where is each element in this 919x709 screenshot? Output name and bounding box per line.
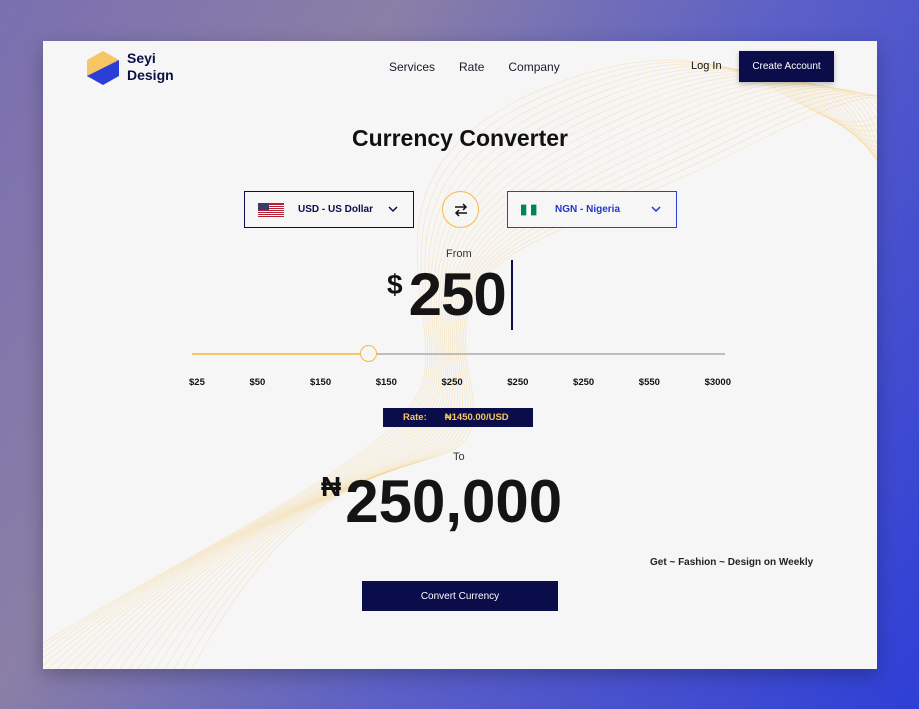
brand-name: Seyi Design xyxy=(127,50,174,84)
converted-amount-value: 250,000 xyxy=(345,468,563,535)
to-currency-select[interactable]: NGN - Nigeria xyxy=(507,191,677,228)
slider-tick: $150 xyxy=(375,377,397,388)
from-amount-input[interactable]: 250 xyxy=(409,257,507,333)
from-currency-select[interactable]: USD - US Dollar xyxy=(244,191,414,228)
hexagon-logo-icon xyxy=(87,51,119,85)
page-title: Currency Converter xyxy=(351,125,569,151)
ng-flag-icon xyxy=(521,204,537,215)
decorative-wave-line xyxy=(43,61,877,648)
rate-value: ₦1450.00/USD xyxy=(444,412,509,423)
decorative-wave-line xyxy=(43,67,877,666)
converted-amount: ₦ 250,000 xyxy=(321,465,562,539)
nav-services[interactable]: Services xyxy=(389,60,435,74)
nav-rate[interactable]: Rate xyxy=(459,60,484,74)
chevron-down-icon xyxy=(651,206,661,213)
slider-thumb[interactable] xyxy=(359,345,377,362)
decorative-wave-line xyxy=(74,74,877,669)
converter-page: Seyi Design Services Rate Company Log In… xyxy=(43,41,877,669)
decorative-wave-line xyxy=(47,69,877,669)
slider-fill xyxy=(192,353,368,355)
decorative-wave-line xyxy=(43,63,877,653)
slider-tick: $50 xyxy=(249,377,266,388)
amount-slider[interactable] xyxy=(192,345,725,362)
from-currency-label: USD - US Dollar xyxy=(298,204,374,215)
slider-tick: $550 xyxy=(638,377,660,388)
decorative-wave-line xyxy=(43,65,877,659)
convert-currency-button[interactable]: Convert Currency xyxy=(362,581,558,611)
to-currency-symbol: ₦ xyxy=(321,471,342,502)
slider-tick: $250 xyxy=(507,377,529,388)
from-amount-field[interactable]: $ 250 xyxy=(387,257,513,333)
brand-logo[interactable]: Seyi Design xyxy=(85,49,174,85)
text-caret xyxy=(510,260,513,330)
main-nav: Services Rate Company xyxy=(389,60,584,74)
us-flag-icon xyxy=(258,202,284,217)
slider-ticks: $25 $50 $150 $150 $250 $250 $250 $550 $3… xyxy=(189,377,731,388)
brand-name-line2: Design xyxy=(127,67,174,83)
swap-arrows-icon xyxy=(454,202,467,217)
slider-tick: $250 xyxy=(441,377,463,388)
to-currency-label: NGN - Nigeria xyxy=(555,204,621,215)
promo-text: Get ~ Fashion ~ Design on Weekly xyxy=(650,557,814,568)
login-link[interactable]: Log In xyxy=(691,60,722,72)
decorative-wave-line xyxy=(65,73,877,669)
chevron-down-icon xyxy=(388,206,398,213)
slider-tick: $250 xyxy=(573,377,595,388)
brand-name-line1: Seyi xyxy=(127,50,156,66)
from-currency-symbol: $ xyxy=(387,269,403,300)
rate-badge: Rate: ₦1450.00/USD xyxy=(383,408,533,427)
slider-tick: $3000 xyxy=(704,377,731,388)
rate-label: Rate: xyxy=(403,412,427,423)
swap-currencies-button[interactable] xyxy=(442,191,479,228)
create-account-button[interactable]: Create Account xyxy=(739,51,834,82)
slider-tick: $25 xyxy=(189,377,205,388)
nav-company[interactable]: Company xyxy=(508,60,559,74)
to-label: To xyxy=(453,451,465,463)
slider-tick: $150 xyxy=(309,377,332,388)
decorative-wave-line xyxy=(56,71,877,669)
